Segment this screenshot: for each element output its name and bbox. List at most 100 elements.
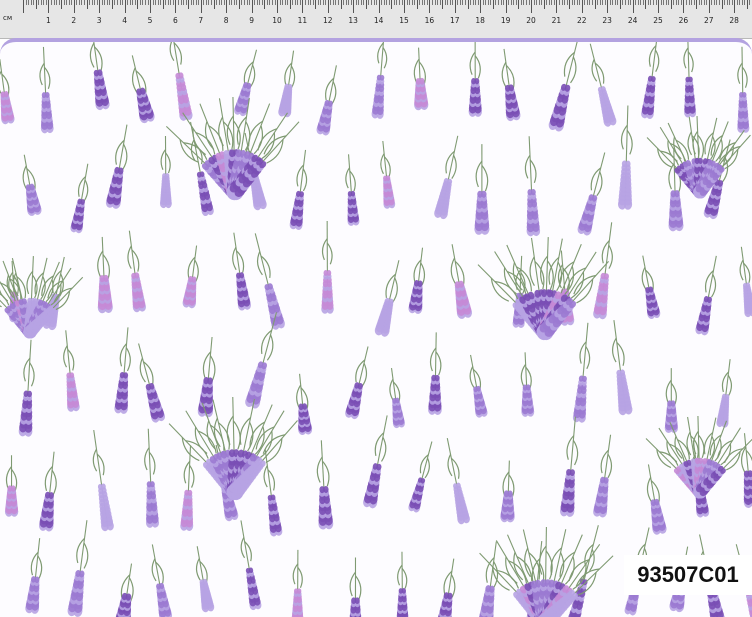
ruler-tick <box>292 0 294 5</box>
ruler-number: 15 <box>399 16 409 25</box>
ruler-tick <box>462 0 464 5</box>
ruler-tick <box>254 0 256 5</box>
ruler-tick <box>134 0 136 5</box>
lavender-sprig <box>389 368 405 429</box>
ruler-tick <box>411 0 413 5</box>
ruler-tick <box>53 0 55 5</box>
lavender-sprig <box>374 260 400 337</box>
ruler-tick <box>190 0 192 5</box>
ruler-tick <box>203 0 205 5</box>
ruler-tick <box>177 0 179 5</box>
ruler-number: 10 <box>272 16 282 25</box>
measurement-ruler: см 1 2 3 4 5 6 7 8 9 10 11 12 13 14 15 16 17 18 19 20 21 22 23… <box>0 0 752 39</box>
ruler-tick <box>569 0 571 9</box>
fabric-swatch: 93507C01 <box>0 38 752 617</box>
ruler-tick <box>160 0 162 5</box>
lavender-sprig <box>114 327 131 414</box>
ruler-tick <box>553 0 555 5</box>
ruler-tick <box>505 0 507 13</box>
ruler-tick <box>261 0 263 5</box>
ruler-tick <box>454 0 456 13</box>
lavender-sprig <box>127 230 146 313</box>
ruler-number: 12 <box>323 16 333 25</box>
ruler-tick <box>144 0 146 5</box>
ruler-tick <box>480 0 482 13</box>
ruler-tick <box>396 0 398 5</box>
lavender-sprig <box>169 42 193 121</box>
lavender-sprig <box>138 343 166 423</box>
ruler-tick <box>658 0 659 13</box>
ruler-tick <box>706 0 708 5</box>
ruler-tick <box>612 0 614 5</box>
ruler-tick <box>137 0 139 9</box>
ruler-tick <box>498 0 499 5</box>
lavender-sprig <box>450 244 473 319</box>
ruler-tick <box>449 0 451 5</box>
ruler-tick <box>670 0 672 9</box>
ruler-tick <box>457 0 459 5</box>
ruler-number: 5 <box>147 16 153 25</box>
ruler-tick <box>81 0 83 5</box>
ruler-tick <box>447 0 449 5</box>
ruler-tick <box>322 0 324 5</box>
ruler-tick <box>556 0 558 13</box>
ruler-tick <box>619 0 621 9</box>
ruler-tick <box>597 0 598 5</box>
ruler-tick <box>139 0 141 5</box>
ruler-tick <box>157 0 159 5</box>
ruler-tick <box>343 0 344 5</box>
ruler-tick <box>566 0 568 5</box>
ruler-tick <box>355 0 357 5</box>
ruler-tick <box>472 0 474 5</box>
lavender-sprig <box>474 144 490 235</box>
ruler-tick <box>421 0 423 5</box>
ruler-tick <box>642 0 644 5</box>
lavender-sprig <box>520 352 535 417</box>
ruler-tick <box>185 0 187 5</box>
ruler-tick <box>381 0 383 5</box>
ruler-tick <box>340 0 342 9</box>
ruler-tick <box>365 0 367 9</box>
ruler-tick <box>401 0 403 5</box>
lavender-sprig <box>316 440 334 530</box>
lavender-sprig <box>349 557 362 617</box>
lavender-sprig <box>25 538 43 614</box>
lavender-sprig <box>144 428 160 528</box>
ruler-number: 17 <box>450 16 460 25</box>
ruler-tick <box>45 0 47 5</box>
ruler-tick <box>680 0 682 5</box>
ruler-tick <box>246 0 248 5</box>
ruler-tick <box>183 0 184 5</box>
lavender-sprig <box>664 368 678 434</box>
ruler-tick <box>431 0 433 5</box>
ruler-tick <box>538 0 540 5</box>
ruler-tick <box>114 0 116 5</box>
ruler-tick <box>683 0 685 13</box>
lavender-sprig <box>646 464 667 535</box>
ruler-tick <box>233 0 235 5</box>
ruler-tick <box>119 0 121 5</box>
ruler-tick <box>594 0 596 9</box>
lavender-sprig <box>115 563 134 617</box>
ruler-tick <box>424 0 426 5</box>
ruler-number: 4 <box>122 16 127 25</box>
ruler-tick <box>495 0 497 5</box>
ruler-tick <box>94 0 96 5</box>
ruler-tick <box>434 0 436 5</box>
ruler-tick <box>739 0 741 5</box>
ruler-tick <box>691 0 692 5</box>
ruler-number: 9 <box>249 16 254 25</box>
ruler-tick <box>129 0 131 5</box>
ruler-tick <box>579 0 581 5</box>
ruler-tick <box>76 0 78 5</box>
ruler-tick <box>650 0 652 5</box>
ruler-tick <box>117 0 118 5</box>
ruler-tick <box>68 0 70 5</box>
lavender-sprig <box>593 434 613 518</box>
lavender-sprig <box>0 59 15 125</box>
lavender-sprig <box>548 42 580 132</box>
ruler-tick <box>71 0 73 5</box>
ruler-tick <box>180 0 182 5</box>
ruler-tick <box>617 0 619 5</box>
ruler-tick <box>213 0 215 9</box>
